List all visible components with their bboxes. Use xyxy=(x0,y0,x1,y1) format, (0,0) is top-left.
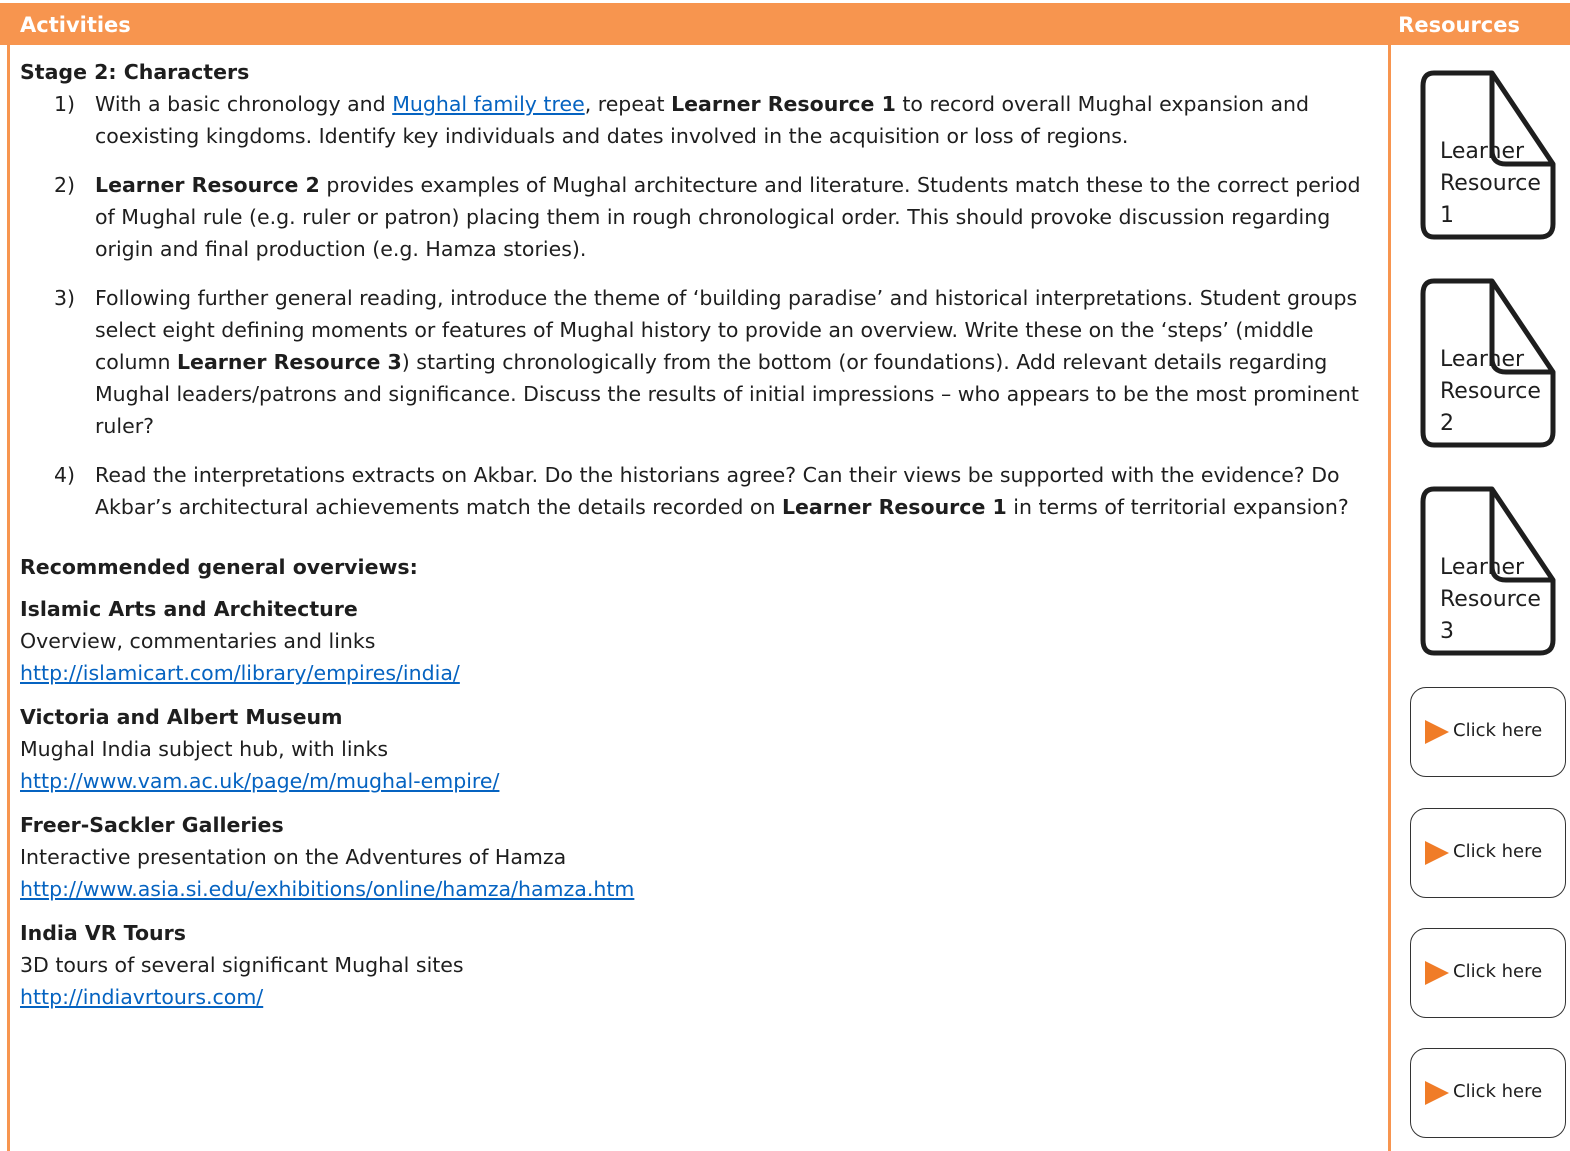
column-divider xyxy=(1388,45,1391,1151)
doc-label: Learner Resource 2 xyxy=(1440,344,1541,440)
doc-label: Learner Resource 3 xyxy=(1440,552,1541,648)
resource-entry: India VR Tours 3D tours of several signi… xyxy=(20,917,1380,1013)
resource-title: Victoria and Albert Museum xyxy=(20,705,343,729)
step-item: 2) Learner Resource 2 provides examples … xyxy=(20,169,1380,265)
step-item: 3) Following further general reading, in… xyxy=(20,282,1380,442)
activities-column: Stage 2: Characters 1) With a basic chro… xyxy=(20,56,1380,1025)
activities-heading: Activities xyxy=(20,13,131,37)
resource-description: Overview, commentaries and links xyxy=(20,629,376,653)
resource-entry: Islamic Arts and Architecture Overview, … xyxy=(20,593,1380,689)
step-item: 4) Read the interpretations extracts on … xyxy=(20,459,1380,523)
doc-label-line: 3 xyxy=(1440,619,1454,644)
doc-label-line: Resource xyxy=(1440,171,1541,196)
resources-heading: Resources xyxy=(1398,13,1520,37)
resource-description: Interactive presentation on the Adventur… xyxy=(20,845,567,869)
learner-resource-ref: Learner Resource 2 xyxy=(95,173,320,197)
click-here-label: Click here xyxy=(1453,961,1543,982)
step-text: , repeat xyxy=(584,92,672,116)
step-number: 4) xyxy=(54,463,76,487)
resource-link[interactable]: http://indiavrtours.com/ xyxy=(20,985,263,1009)
learner-resource-ref: Learner Resource 1 xyxy=(781,495,1007,519)
resource-title: Islamic Arts and Architecture xyxy=(20,597,358,621)
resource-entry: Freer-Sackler Galleries Interactive pres… xyxy=(20,809,1380,905)
doc-label-line: Learner xyxy=(1440,347,1525,372)
step-number: 2) xyxy=(54,173,76,197)
step-number: 3) xyxy=(54,286,76,310)
left-border xyxy=(7,45,10,1151)
doc-label-line: Learner xyxy=(1440,555,1525,580)
play-icon xyxy=(1425,720,1449,744)
doc-label-line: Resource xyxy=(1440,587,1541,612)
step-text: With a basic chronology and xyxy=(95,92,393,116)
click-here-button[interactable]: Click here xyxy=(1410,928,1566,1018)
click-here-label: Click here xyxy=(1453,1081,1543,1102)
resource-link[interactable]: http://www.asia.si.edu/exhibitions/onlin… xyxy=(20,877,634,901)
table-header: Activities Resources xyxy=(0,3,1570,45)
play-icon xyxy=(1425,961,1449,985)
doc-label: Learner Resource 1 xyxy=(1440,136,1541,232)
overviews-section: Recommended general overviews: Islamic A… xyxy=(20,551,1380,1013)
learner-resource-2-button[interactable]: Learner Resource 2 xyxy=(1420,278,1556,448)
mughal-family-tree-link[interactable]: Mughal family tree xyxy=(392,92,585,116)
doc-label-line: Resource xyxy=(1440,379,1541,404)
steps-list: 1) With a basic chronology and Mughal fa… xyxy=(20,88,1380,523)
doc-label-line: 2 xyxy=(1440,411,1454,436)
doc-label-line: Learner xyxy=(1440,139,1525,164)
doc-label-line: 1 xyxy=(1440,203,1454,228)
resource-description: 3D tours of several significant Mughal s… xyxy=(20,953,464,977)
learner-resource-1-button[interactable]: Learner Resource 1 xyxy=(1420,70,1556,240)
click-here-button[interactable]: Click here xyxy=(1410,808,1566,898)
learner-resource-ref: Learner Resource 3 xyxy=(176,350,402,374)
click-here-button[interactable]: Click here xyxy=(1410,687,1566,777)
play-icon xyxy=(1425,841,1449,865)
click-here-label: Click here xyxy=(1453,720,1543,741)
step-number: 1) xyxy=(54,92,76,116)
stage-title: Stage 2: Characters xyxy=(20,60,250,84)
step-text: in terms of territorial expansion? xyxy=(1006,495,1349,519)
overviews-title: Recommended general overviews: xyxy=(20,555,418,579)
step-item: 1) With a basic chronology and Mughal fa… xyxy=(20,88,1380,152)
play-icon xyxy=(1425,1081,1449,1105)
resource-title: Freer-Sackler Galleries xyxy=(20,813,284,837)
click-here-label: Click here xyxy=(1453,841,1543,862)
resource-description: Mughal India subject hub, with links xyxy=(20,737,389,761)
resource-entry: Victoria and Albert Museum Mughal India … xyxy=(20,701,1380,797)
resource-link[interactable]: http://islamicart.com/library/empires/in… xyxy=(20,661,460,685)
resource-title: India VR Tours xyxy=(20,921,186,945)
learner-resource-3-button[interactable]: Learner Resource 3 xyxy=(1420,486,1556,656)
learner-resource-ref: Learner Resource 1 xyxy=(671,92,896,116)
click-here-button[interactable]: Click here xyxy=(1410,1048,1566,1138)
resource-link[interactable]: http://www.vam.ac.uk/page/m/mughal-empir… xyxy=(20,769,499,793)
